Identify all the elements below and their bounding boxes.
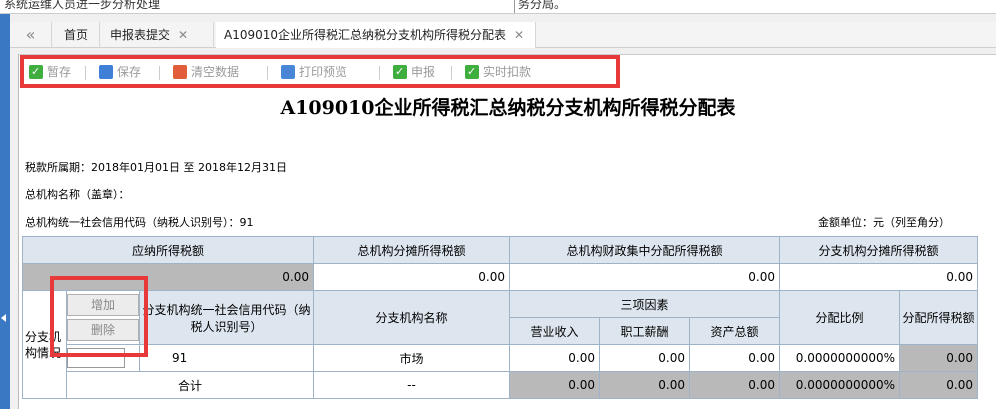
close-icon[interactable]: ✕ bbox=[178, 28, 188, 42]
tab-a109010-label: A109010企业所得税汇总纳税分支机构所得税分配表 bbox=[224, 28, 507, 42]
floppy-disk-icon bbox=[99, 65, 113, 79]
ratio-field: 0.0000000000% bbox=[779, 344, 900, 372]
branch-code-field[interactable]: 91 bbox=[139, 344, 314, 372]
header-branch-name: 分支机构名称 bbox=[313, 290, 510, 345]
header-hq-share: 总机构分摊所得税额 bbox=[313, 236, 510, 264]
save-temp-label: 暂存 bbox=[47, 65, 72, 79]
undo-icon bbox=[173, 65, 187, 79]
header-revenue: 营业收入 bbox=[509, 317, 600, 345]
save-label: 保存 bbox=[117, 65, 142, 79]
value-tax-payable: 0.00 bbox=[22, 263, 314, 291]
save-temp-button[interactable]: 暂存 bbox=[25, 62, 71, 82]
background-window-strip: 系统运维人员进一步分析处理 务分局。 bbox=[0, 0, 996, 14]
assets-field[interactable]: 0.00 bbox=[689, 344, 780, 372]
declare-label: 申报 bbox=[411, 65, 436, 79]
header-branch-code: 分支机构统一社会信用代码（纳税人识别号） bbox=[139, 290, 314, 345]
header-three-factors: 三项因素 bbox=[509, 290, 780, 318]
header-hq-fiscal: 总机构财政集中分配所得税额 bbox=[509, 236, 780, 264]
form-frame: 暂存 保存 清空数据 打印预览 申报 实时扣款 A109010企业所得税汇总纳税… bbox=[18, 54, 996, 409]
clear-data-label: 清空数据 bbox=[191, 65, 240, 79]
allocation-table: 应纳所得税额 总机构分摊所得税额 总机构财政集中分配所得税额 分支机构分摊所得税… bbox=[22, 236, 978, 399]
tab-a109010[interactable]: A109010企业所得税汇总纳税分支机构所得税分配表 ✕ bbox=[216, 22, 536, 48]
total-label: 合计 bbox=[66, 371, 314, 399]
allocated-tax-field: 0.00 bbox=[899, 344, 978, 372]
salary-field[interactable]: 0.00 bbox=[599, 344, 690, 372]
summary-value-row: 0.00 0.00 0.00 0.00 bbox=[22, 263, 978, 291]
check-icon bbox=[393, 62, 407, 82]
header-tax-payable: 应纳所得税额 bbox=[22, 236, 314, 264]
value-branch-share[interactable]: 0.00 bbox=[779, 263, 978, 291]
total-name: -- bbox=[313, 371, 510, 399]
tab-report-submit-label: 申报表提交 bbox=[110, 28, 171, 42]
total-salary: 0.00 bbox=[599, 371, 690, 399]
printer-icon bbox=[281, 65, 295, 79]
amount-unit: 金额单位：元（列至角分） bbox=[818, 216, 950, 229]
tax-period: 税款所属期：2018年01月01日 至 2018年12月31日 bbox=[25, 161, 287, 174]
print-preview-button[interactable]: 打印预览 bbox=[277, 62, 347, 82]
delete-button[interactable]: 删除 bbox=[67, 319, 139, 341]
revenue-field[interactable]: 0.00 bbox=[509, 344, 600, 372]
header-assets: 资产总额 bbox=[689, 317, 780, 345]
check-icon bbox=[465, 62, 479, 82]
tab-home-label: 首页 bbox=[64, 28, 89, 42]
form-title: A109010企业所得税汇总纳税分支机构所得税分配表 bbox=[280, 97, 736, 119]
collapse-arrow-icon[interactable] bbox=[1, 314, 6, 322]
add-button[interactable]: 增加 bbox=[67, 294, 139, 316]
left-collapse-bar[interactable] bbox=[0, 14, 10, 409]
row-checkbox[interactable] bbox=[67, 348, 125, 368]
print-preview-label: 打印预览 bbox=[299, 65, 348, 79]
credit-code-label: 总机构统一社会信用代码（纳税人识别号）：91 bbox=[25, 216, 254, 229]
tab-home[interactable]: 首页 bbox=[56, 22, 100, 48]
divider bbox=[514, 0, 515, 13]
add-delete-cell: 增加 删除 bbox=[66, 290, 140, 345]
toolbar: 暂存 保存 清空数据 打印预览 申报 实时扣款 bbox=[19, 58, 996, 86]
org-name-label: 总机构名称（盖章）： bbox=[25, 188, 130, 201]
toolbar-divider bbox=[159, 66, 160, 80]
total-assets: 0.00 bbox=[689, 371, 780, 399]
realtime-deduct-label: 实时扣款 bbox=[483, 65, 532, 79]
toolbar-divider bbox=[379, 66, 380, 80]
total-allocated-tax: 0.00 bbox=[899, 371, 978, 399]
declare-button[interactable]: 申报 bbox=[389, 62, 435, 82]
total-ratio: 0.0000000000% bbox=[779, 371, 900, 399]
value-hq-fiscal[interactable]: 0.00 bbox=[509, 263, 780, 291]
value-hq-share[interactable]: 0.00 bbox=[313, 263, 510, 291]
clear-data-button[interactable]: 清空数据 bbox=[169, 62, 239, 82]
branch-name-field[interactable]: 市场 bbox=[313, 344, 510, 372]
tab-bar: « 首页 申报表提交 ✕ A109010企业所得税汇总纳税分支机构所得税分配表 ✕ bbox=[10, 22, 996, 48]
background-text-left: 系统运维人员进一步分析处理 bbox=[4, 0, 161, 11]
table-row: 91 市场 0.00 0.00 0.00 0.0000000000% 0.00 bbox=[23, 344, 978, 372]
total-row: 合计 -- 0.00 0.00 0.00 0.0000000000% 0.00 bbox=[23, 371, 978, 399]
detail-header-row-1: 分支机构情况 增加 删除 分支机构统一社会信用代码（纳税人识别号） 分支机构名称… bbox=[22, 290, 978, 399]
toolbar-divider bbox=[451, 66, 452, 80]
toolbar-divider bbox=[85, 66, 86, 80]
header-allocated-tax: 分配所得税额 bbox=[899, 290, 978, 345]
summary-header-row: 应纳所得税额 总机构分摊所得税额 总机构财政集中分配所得税额 分支机构分摊所得税… bbox=[22, 236, 978, 264]
row-select-cell[interactable] bbox=[66, 344, 140, 372]
check-icon bbox=[29, 62, 43, 82]
tab-report-submit[interactable]: 申报表提交 ✕ bbox=[102, 22, 214, 48]
header-salary: 职工薪酬 bbox=[599, 317, 690, 345]
save-button[interactable]: 保存 bbox=[95, 62, 141, 82]
tab-scroll-back-button[interactable]: « bbox=[10, 22, 52, 48]
realtime-deduct-button[interactable]: 实时扣款 bbox=[461, 62, 531, 82]
total-revenue: 0.00 bbox=[509, 371, 600, 399]
header-branch-share: 分支机构分摊所得税额 bbox=[779, 236, 978, 264]
background-text-right: 务分局。 bbox=[518, 0, 567, 11]
branch-section-label: 分支机构情况 bbox=[22, 290, 67, 399]
header-ratio: 分配比例 bbox=[779, 290, 900, 345]
close-icon[interactable]: ✕ bbox=[514, 28, 524, 42]
toolbar-divider bbox=[267, 66, 268, 80]
